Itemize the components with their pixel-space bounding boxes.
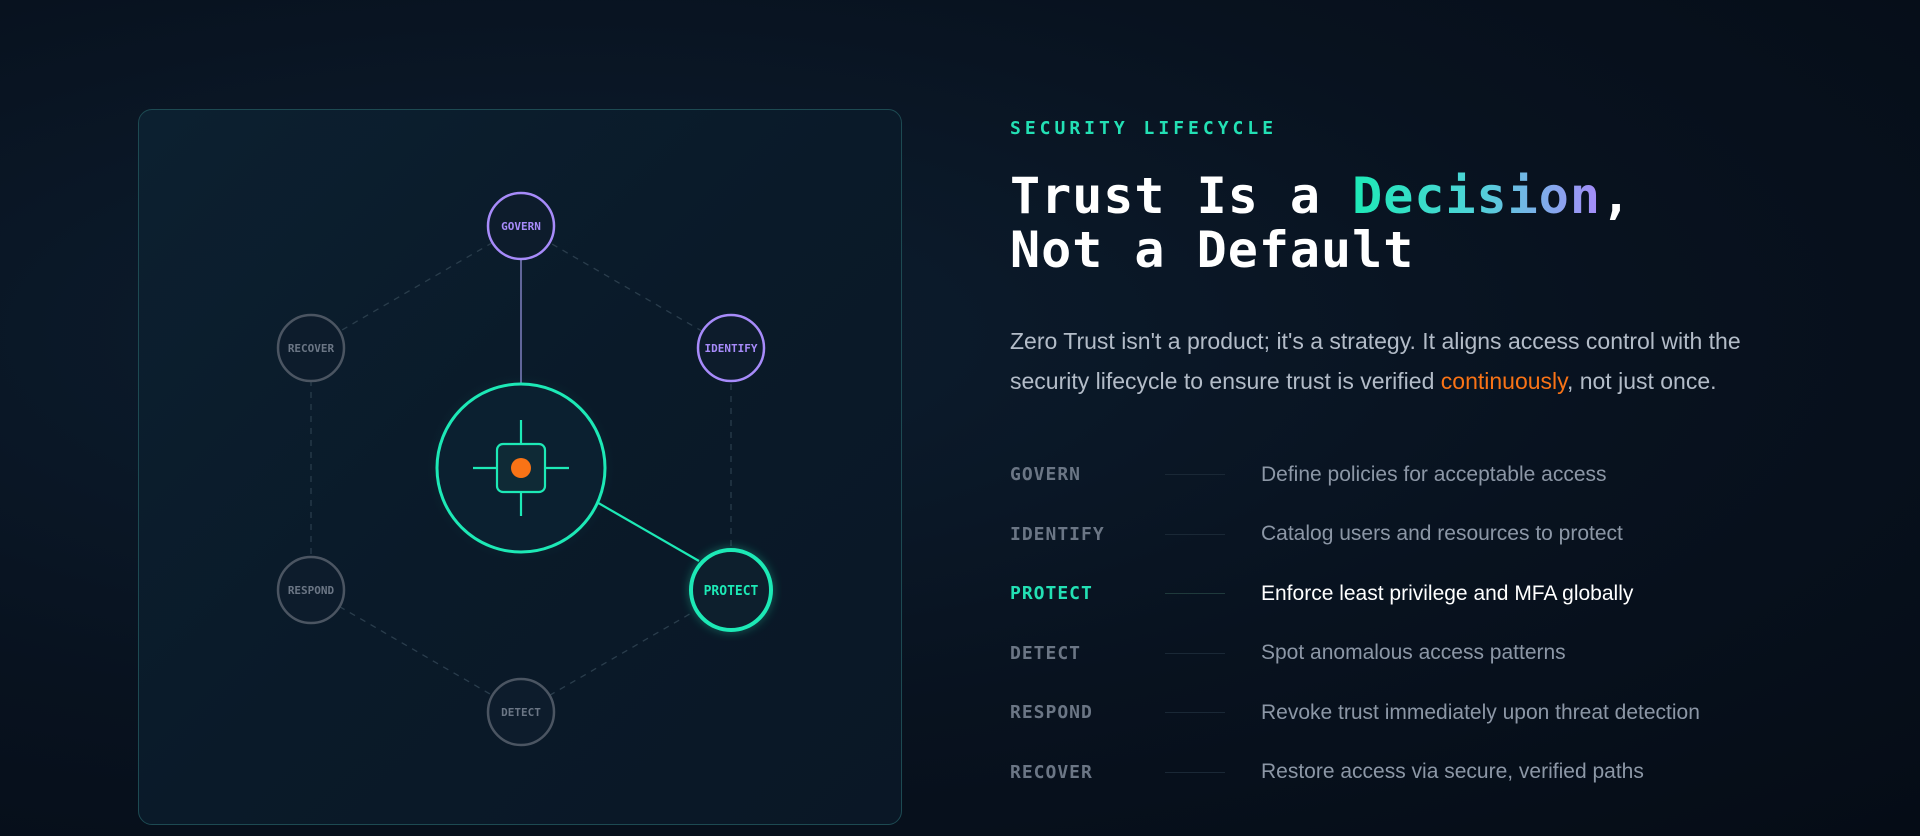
phase-text: Revoke trust immediately upon threat det…	[1261, 700, 1700, 724]
section-description: Zero Trust isn't a product; it's a strat…	[1010, 321, 1810, 401]
node-recover-label: RECOVER	[288, 342, 335, 355]
center-dot	[511, 458, 531, 478]
description-accent: continuously	[1440, 368, 1567, 394]
node-respond[interactable]: RESPOND	[276, 555, 346, 625]
phase-item-respond[interactable]: RESPOND Revoke trust immediately upon th…	[1010, 683, 1890, 743]
section-eyebrow: SECURITY LIFECYCLE	[1010, 118, 1278, 139]
phase-divider	[1165, 652, 1225, 654]
phase-code: PROTECT	[1010, 583, 1093, 605]
node-protect[interactable]: PROTECT	[689, 548, 773, 632]
node-protect-label: PROTECT	[704, 584, 759, 599]
title-part1: Trust Is a	[1010, 167, 1353, 225]
phase-code: RECOVER	[1010, 761, 1093, 783]
node-identify-label: IDENTIFY	[705, 342, 758, 355]
node-detect-label: DETECT	[501, 706, 541, 719]
node-recover[interactable]: RECOVER	[276, 313, 346, 383]
phase-divider	[1165, 771, 1225, 773]
phase-list: GOVERN Define policies for acceptable ac…	[1010, 445, 1890, 802]
phase-item-govern[interactable]: GOVERN Define policies for acceptable ac…	[1010, 445, 1890, 505]
phase-divider	[1165, 474, 1225, 476]
title-part2: ,	[1600, 167, 1633, 225]
phase-code: GOVERN	[1010, 464, 1082, 486]
phase-text: Enforce least privilege and MFA globally	[1261, 581, 1634, 605]
phase-item-recover[interactable]: RECOVER Restore access via secure, verif…	[1010, 743, 1890, 803]
phase-text: Spot anomalous access patterns	[1261, 641, 1566, 665]
lifecycle-content: SECURITY LIFECYCLE Trust Is a Decision, …	[1010, 118, 1890, 802]
node-govern[interactable]: GOVERN	[486, 191, 556, 261]
phase-item-protect[interactable]: PROTECT Enforce least privilege and MFA …	[1010, 564, 1890, 624]
phase-code: DETECT	[1010, 642, 1082, 664]
phase-code: IDENTIFY	[1010, 523, 1105, 545]
lifecycle-diagram-panel: GOVERN IDENTIFY PROTECT DETECT RESPOND R…	[138, 109, 902, 825]
phase-code: RESPOND	[1010, 702, 1093, 724]
phase-item-identify[interactable]: IDENTIFY Catalog users and resources to …	[1010, 505, 1890, 565]
node-detect[interactable]: DETECT	[486, 677, 556, 747]
node-identify[interactable]: IDENTIFY	[696, 313, 766, 383]
phase-divider	[1165, 533, 1225, 535]
node-respond-label: RESPOND	[288, 584, 335, 597]
description-part2: , not just once.	[1566, 368, 1717, 394]
lifecycle-diagram: GOVERN IDENTIFY PROTECT DETECT RESPOND R…	[276, 191, 773, 747]
node-govern-label: GOVERN	[501, 220, 541, 233]
phase-item-detect[interactable]: DETECT Spot anomalous access patterns	[1010, 624, 1890, 684]
phase-text: Restore access via secure, verified path…	[1261, 760, 1644, 784]
phase-text: Catalog users and resources to protect	[1261, 522, 1623, 546]
phase-divider	[1165, 593, 1225, 595]
title-line2: Not a Default	[1010, 221, 1415, 279]
title-highlight: Decision	[1352, 167, 1601, 225]
phase-text: Define policies for acceptable access	[1261, 462, 1607, 486]
section-title: Trust Is a Decision, Not a Default	[1010, 169, 1890, 277]
phase-divider	[1165, 712, 1225, 714]
